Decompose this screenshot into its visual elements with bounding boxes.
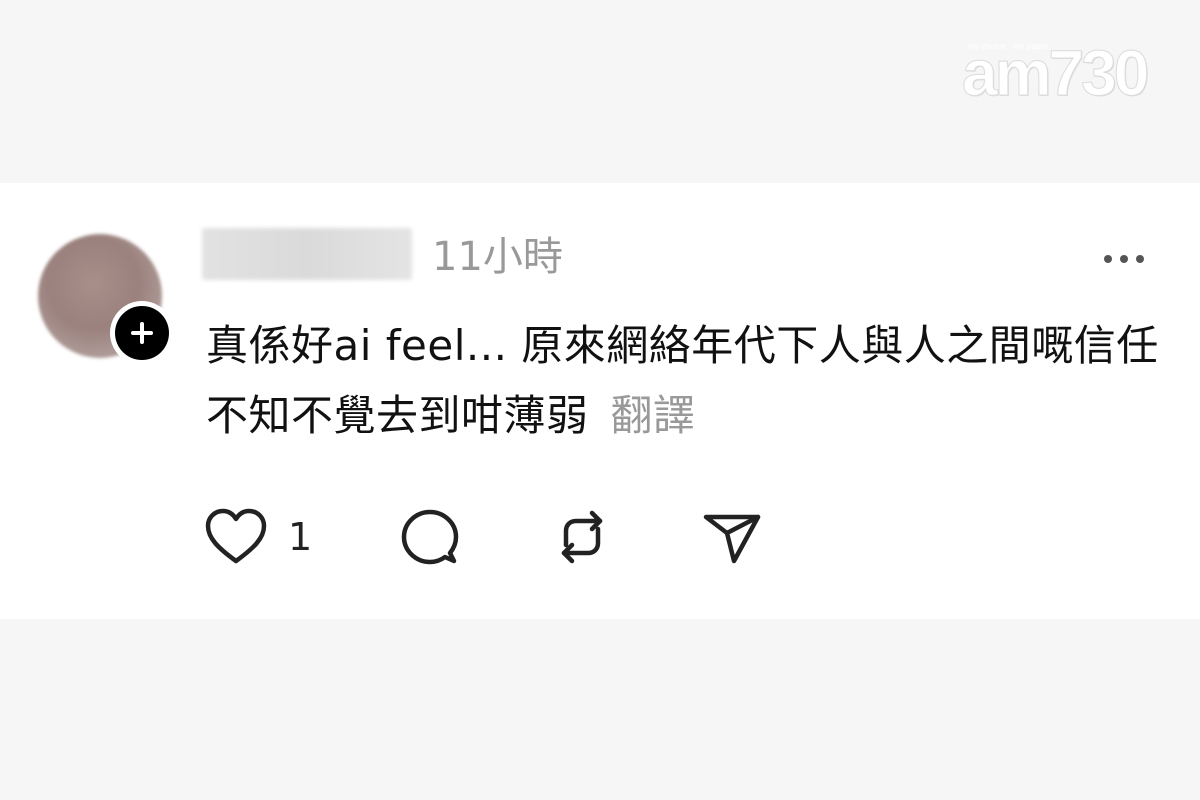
post-card: 11小時 真係好ai feel... 原來網絡年代下人與人之間嘅信任不知不覺去到… bbox=[0, 183, 1200, 619]
send-icon bbox=[703, 514, 761, 564]
more-icon[interactable] bbox=[1100, 249, 1148, 269]
repost-icon bbox=[561, 510, 603, 564]
post-timestamp: 11小時 bbox=[432, 234, 563, 280]
like-button[interactable]: 1 bbox=[204, 505, 314, 569]
post-body: 真係好ai feel... 原來網絡年代下人與人之間嘅信任不知不覺去到咁薄弱 翻譯 bbox=[206, 311, 1166, 451]
translate-link[interactable]: 翻譯 bbox=[611, 391, 696, 440]
comment-icon bbox=[401, 509, 459, 565]
repost-button[interactable] bbox=[550, 505, 614, 569]
follow-button[interactable] bbox=[110, 301, 174, 365]
watermark-logo: am730 my choice · my paper bbox=[961, 36, 1152, 110]
logo-tagline: my choice · my paper bbox=[968, 42, 1049, 51]
like-count: 1 bbox=[288, 515, 313, 559]
author-name[interactable] bbox=[202, 228, 412, 280]
follow-badge bbox=[115, 306, 169, 360]
heart-icon bbox=[205, 508, 267, 564]
plus-icon bbox=[131, 322, 153, 344]
share-button[interactable] bbox=[700, 505, 764, 569]
page: am730 my choice · my paper 11小時 真係好ai fe… bbox=[0, 0, 1200, 800]
comment-button[interactable] bbox=[398, 505, 462, 569]
